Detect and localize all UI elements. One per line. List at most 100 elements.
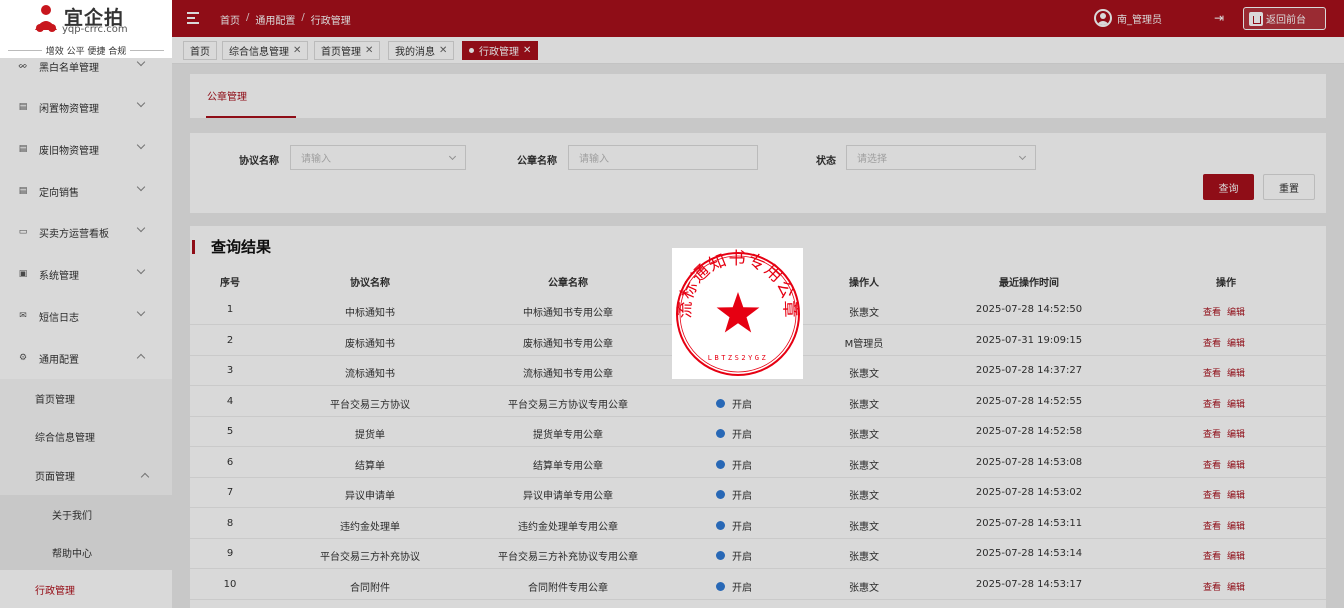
- sidebar-item-directed-sales[interactable]: ▤ 定向销售: [0, 170, 172, 212]
- sidebar-item-idle-materials[interactable]: ▤ 闲置物资管理: [0, 86, 172, 128]
- view-link[interactable]: 查看: [1203, 308, 1221, 318]
- tab-home-manage[interactable]: 首页管理 ✕: [314, 41, 381, 60]
- cell-agreement: 违约金处理单: [340, 521, 400, 533]
- cell-time: 2025-07-28 14:53:11: [975, 517, 1083, 529]
- tab-label: 首页: [190, 47, 210, 58]
- edit-link[interactable]: 编辑: [1227, 369, 1245, 379]
- tab-info-manage[interactable]: 综合信息管理 ✕: [222, 41, 309, 60]
- sidebar-item-help[interactable]: 帮助中心: [0, 533, 172, 571]
- chevron-down-icon: [136, 98, 146, 108]
- sidebar-item-general-config[interactable]: ⚙ 通用配置: [0, 337, 172, 379]
- cell-operator: 张惠文: [849, 308, 879, 319]
- cell-status: 开启: [716, 548, 752, 563]
- cell-operator: 张惠文: [849, 582, 879, 594]
- breadcrumb: 首页 / 通用配置 / 行政管理: [220, 12, 351, 27]
- cell-time: 2025-07-31 19:09:15: [975, 334, 1083, 346]
- edit-link[interactable]: 编辑: [1227, 552, 1245, 562]
- cell-operator: M管理员: [844, 338, 884, 350]
- view-link[interactable]: 查看: [1203, 552, 1221, 562]
- sidebar-item-label: 行政管理: [35, 585, 75, 597]
- edit-link[interactable]: 编辑: [1227, 400, 1245, 410]
- view-link[interactable]: 查看: [1203, 491, 1221, 501]
- sidebar-item-scrap-materials[interactable]: ▤ 废旧物资管理: [0, 128, 172, 170]
- cell-actions: 查看 编辑: [1200, 427, 1248, 440]
- view-link[interactable]: 查看: [1203, 430, 1221, 440]
- close-icon[interactable]: ✕: [365, 45, 373, 56]
- active-dot-icon: [469, 48, 474, 53]
- tab-home[interactable]: 首页: [183, 41, 217, 60]
- status-text: 开启: [732, 399, 752, 411]
- tab-messages[interactable]: 我的消息 ✕: [388, 41, 455, 60]
- cell-actions: 查看 编辑: [1200, 488, 1248, 501]
- edit-link[interactable]: 编辑: [1227, 339, 1245, 349]
- tab-admin[interactable]: 行政管理 ✕: [462, 41, 539, 60]
- edit-link[interactable]: 编辑: [1227, 430, 1245, 440]
- cell-operator: 张惠文: [849, 521, 879, 533]
- view-link[interactable]: 查看: [1203, 339, 1221, 349]
- divider: [130, 50, 164, 51]
- table-row: 8 违约金处理单 违约金处理单专用公章 张惠文 2025-07-28 14:53:11 开…: [190, 509, 1326, 539]
- menu-toggle-icon[interactable]: [187, 12, 201, 24]
- logo-icon: [35, 5, 57, 32]
- logo-url: yqp-crrc.com: [62, 24, 128, 35]
- edit-link[interactable]: 编辑: [1227, 308, 1245, 318]
- agreement-select[interactable]: 请输入: [290, 145, 466, 170]
- status-select[interactable]: 请选择: [846, 145, 1036, 170]
- sidebar-item-page-manage[interactable]: 页面管理: [0, 456, 172, 494]
- sidebar-item-dashboard[interactable]: ▭ 买卖方运营看板: [0, 211, 172, 253]
- cell-seal: 平台交易三方补充协议专用公章: [498, 552, 638, 563]
- cell-no: 8: [226, 517, 234, 529]
- logout-icon[interactable]: ⇥: [1214, 11, 1228, 25]
- query-button[interactable]: 查询: [1203, 174, 1254, 200]
- view-link[interactable]: 查看: [1203, 583, 1221, 593]
- breadcrumb-separator: /: [301, 12, 305, 23]
- edit-link[interactable]: 编辑: [1227, 491, 1245, 501]
- subtab-card: [190, 74, 1326, 118]
- monitor-icon: ▭: [18, 227, 28, 237]
- edit-link[interactable]: 编辑: [1227, 583, 1245, 593]
- cell-actions: 查看 编辑: [1200, 519, 1248, 532]
- sidebar-item-admin[interactable]: 行政管理: [0, 570, 172, 608]
- edit-link[interactable]: 编辑: [1227, 522, 1245, 532]
- close-icon[interactable]: ✕: [439, 45, 447, 56]
- sidebar: 宜企拍 yqp-crrc.com 增效 公平 便捷 合规 ᨖ 黑白名单管理 ▤ …: [0, 0, 172, 608]
- view-link[interactable]: 查看: [1203, 461, 1221, 471]
- sidebar-item-sms-log[interactable]: ✉ 短信日志: [0, 295, 172, 337]
- table-row: 7 异议申请单 异议申请单专用公章 张惠文 2025-07-28 14:53:02 开启 查…: [190, 478, 1326, 508]
- status-text: 开启: [732, 430, 752, 441]
- status-text: 开启: [732, 552, 752, 563]
- cell-agreement: 平台交易三方补充协议: [320, 552, 420, 563]
- chevron-down-icon: [1018, 152, 1027, 161]
- return-frontend-button[interactable]: 返回前台: [1243, 7, 1326, 30]
- user-menu[interactable]: 南_管理员: [1094, 9, 1162, 27]
- view-link[interactable]: 查看: [1203, 522, 1221, 532]
- cell-time: 2025-07-28 14:53:08: [975, 456, 1083, 468]
- cell-time: 2025-07-28 14:53:02: [975, 487, 1083, 498]
- app-root: 宜企拍 yqp-crrc.com 增效 公平 便捷 合规 ᨖ 黑白名单管理 ▤ …: [0, 0, 1344, 608]
- svg-text:LBTZS2YGZ: LBTZS2YGZ: [708, 354, 768, 362]
- sidebar-item-about[interactable]: 关于我们: [0, 495, 172, 533]
- chevron-down-icon: [136, 57, 146, 67]
- cell-seal: 平台交易三方协议专用公章: [508, 399, 628, 411]
- breadcrumb-home[interactable]: 首页: [220, 12, 240, 27]
- cell-no: 6: [226, 456, 234, 468]
- close-icon[interactable]: ✕: [293, 45, 301, 56]
- reset-button[interactable]: 重置: [1263, 174, 1315, 200]
- status-placeholder: 请选择: [857, 154, 887, 165]
- sidebar-item-home-manage[interactable]: 首页管理: [0, 379, 172, 417]
- view-link[interactable]: 查看: [1203, 369, 1221, 379]
- sidebar-item-info-manage[interactable]: 综合信息管理: [0, 417, 172, 455]
- agreement-placeholder: 请输入: [301, 154, 331, 165]
- edit-link[interactable]: 编辑: [1227, 461, 1245, 471]
- chevron-down-icon: [136, 223, 146, 233]
- sidebar-item-label: 买卖方运营看板: [39, 228, 109, 240]
- window-icon: ▣: [18, 269, 28, 279]
- view-link[interactable]: 查看: [1203, 400, 1221, 410]
- table-row: 9 平台交易三方补充协议 平台交易三方补充协议专用公章 张惠文 2025-07-28 1…: [190, 539, 1326, 569]
- seal-input[interactable]: 请输入: [568, 145, 758, 170]
- tab-seal-manage[interactable]: 公章管理: [207, 88, 247, 103]
- close-icon[interactable]: ✕: [523, 45, 531, 56]
- status-dot-icon: [716, 551, 725, 560]
- breadcrumb-config[interactable]: 通用配置: [255, 12, 295, 27]
- sidebar-item-system[interactable]: ▣ 系统管理: [0, 253, 172, 295]
